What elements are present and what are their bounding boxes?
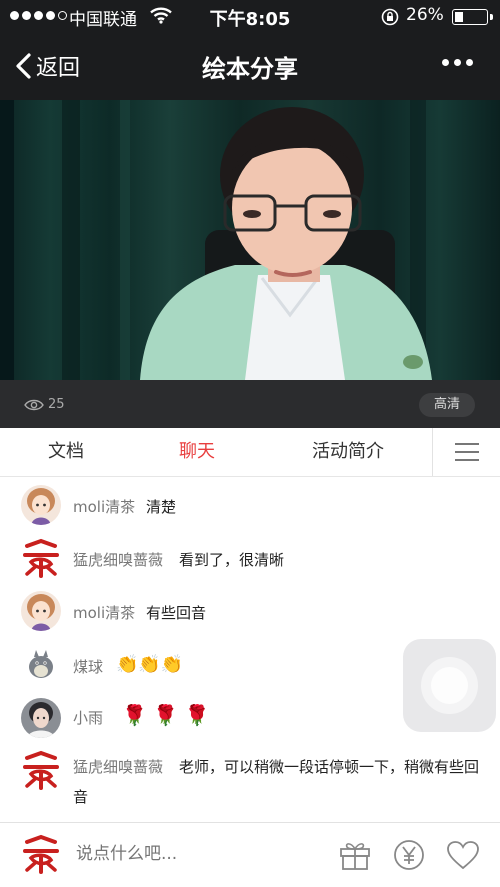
chat-input[interactable] xyxy=(72,833,330,875)
view-count: 25 xyxy=(24,397,65,412)
quality-button[interactable]: 高清 xyxy=(419,393,475,417)
chevron-left-icon xyxy=(16,53,31,79)
gift-button[interactable] xyxy=(338,839,372,875)
like-button[interactable] xyxy=(446,840,480,874)
back-button[interactable]: 返回 xyxy=(14,50,80,82)
tab-docs[interactable]: 文档 xyxy=(16,428,116,476)
signal-strength-icon xyxy=(10,11,67,20)
live-video-player[interactable] xyxy=(0,100,500,380)
tab-intro[interactable]: 活动简介 xyxy=(292,428,404,476)
avatar xyxy=(21,750,61,790)
girl-avatar-icon xyxy=(21,591,61,631)
chat-message: moli清茶 清楚 xyxy=(0,485,500,531)
video-info-bar: 25 高清 xyxy=(0,380,500,428)
chat-username: moli清茶 xyxy=(73,498,136,516)
tab-chat[interactable]: 聊天 xyxy=(147,428,247,476)
avatar xyxy=(21,645,61,685)
presenter-video-frame xyxy=(0,100,432,380)
gift-icon xyxy=(340,843,370,870)
carrier-name: 中国联通 xyxy=(69,10,137,30)
composer-bar xyxy=(0,822,500,887)
totoro-avatar-icon xyxy=(21,645,61,685)
girl-avatar-icon xyxy=(21,485,61,525)
battery-percent: 26% xyxy=(406,5,444,25)
status-bar: 中国联通 下午8:05 26% xyxy=(0,0,500,32)
rotation-lock-icon xyxy=(380,7,400,31)
menu-icon[interactable] xyxy=(432,428,500,476)
red-seal-avatar-icon xyxy=(23,538,59,578)
red-seal-avatar-icon xyxy=(23,750,59,790)
yen-coin-icon xyxy=(394,840,424,870)
battery-tip xyxy=(490,14,493,20)
chat-text: 🌹 🌹 🌹 xyxy=(122,703,210,727)
avatar xyxy=(21,698,61,738)
chat-text: 看到了，很清晰 xyxy=(179,551,285,569)
avatar xyxy=(21,591,61,631)
chat-message: 猛虎细嗅蔷薇 老师，可以稍微一段话停顿一下，稍微有些回音 xyxy=(0,750,500,820)
chat-username: 煤球 xyxy=(73,658,104,676)
view-count-value: 25 xyxy=(48,397,65,412)
battery-icon xyxy=(452,9,488,25)
chat-username: 猛虎细嗅蔷薇 xyxy=(73,551,164,569)
wifi-icon xyxy=(150,7,172,28)
avatar xyxy=(21,485,61,525)
red-seal-avatar-icon xyxy=(23,834,59,874)
chat-text: 👏👏👏 xyxy=(116,654,184,675)
floating-assistive-button[interactable] xyxy=(403,639,496,732)
tab-bar: 文档 聊天 活动简介 xyxy=(0,428,500,477)
avatar xyxy=(21,538,61,578)
reward-button[interactable] xyxy=(393,839,425,875)
more-options-button[interactable] xyxy=(438,53,477,72)
top-bar: 中国联通 下午8:05 26% 返回 绘本分享 xyxy=(0,0,500,100)
chat-message: 猛虎细嗅蔷薇 看到了，很清晰 xyxy=(0,538,500,584)
chat-text: 清楚 xyxy=(146,498,177,516)
user-avatar[interactable] xyxy=(21,834,61,874)
portrait-avatar-icon xyxy=(21,698,61,738)
chat-message: moli清茶 有些回音 xyxy=(0,591,500,637)
heart-icon xyxy=(447,841,479,870)
chat-text: 有些回音 xyxy=(146,604,207,622)
chat-text: 老师，可以稍微一段话停顿一下，稍微有些回音 xyxy=(73,758,480,806)
eye-icon xyxy=(24,399,44,410)
chat-username: 小雨 xyxy=(73,709,104,727)
back-label: 返回 xyxy=(36,56,81,81)
chat-username: moli清茶 xyxy=(73,604,136,622)
